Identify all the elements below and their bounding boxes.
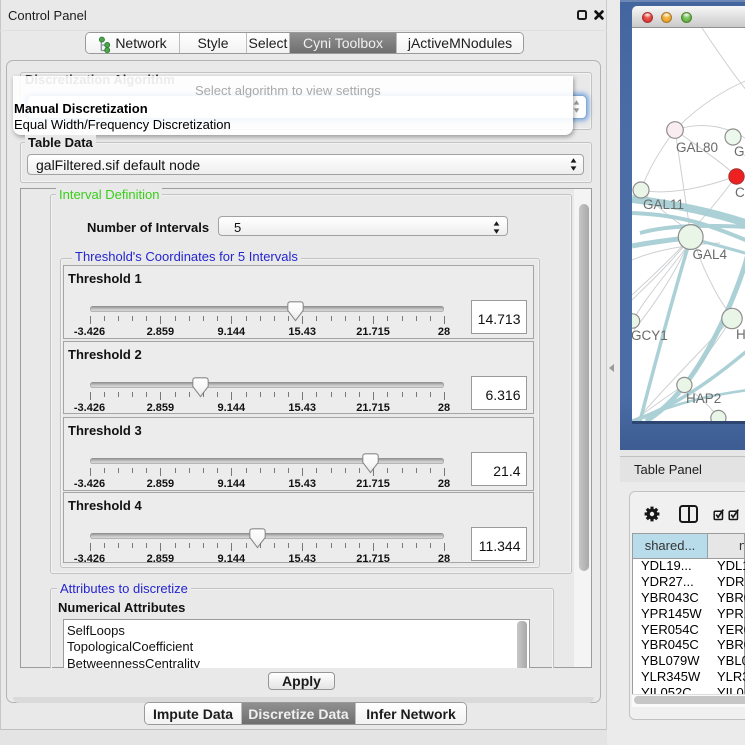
- svg-text:H: H: [736, 327, 745, 342]
- svg-text:C: C: [735, 185, 745, 200]
- svg-text:GAL4: GAL4: [693, 247, 728, 262]
- svg-text:HAP2: HAP2: [686, 391, 721, 406]
- svg-text:GAL80: GAL80: [676, 140, 718, 155]
- svg-text:GCY1: GCY1: [632, 328, 668, 343]
- svg-text:GAL11: GAL11: [643, 197, 684, 212]
- svg-text:GA: GA: [734, 144, 745, 159]
